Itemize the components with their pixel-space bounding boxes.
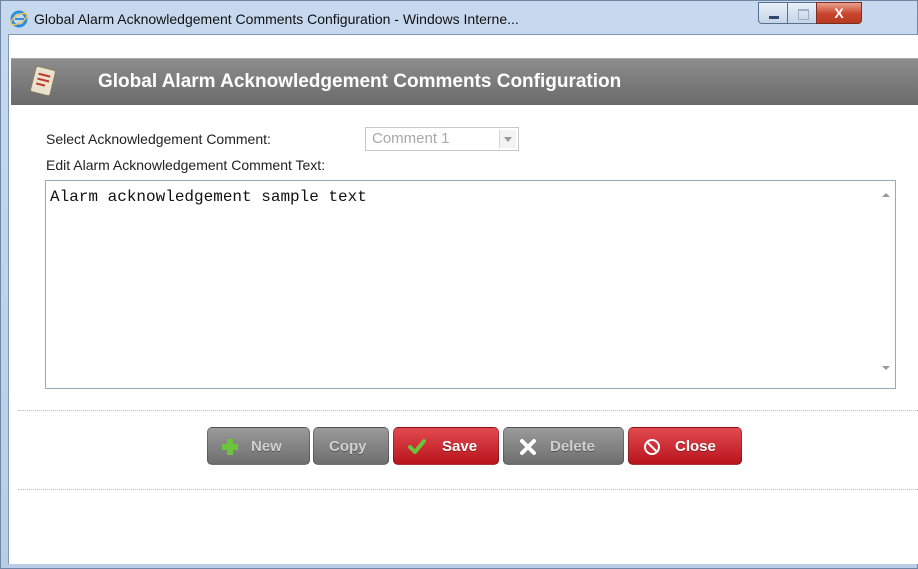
copy-button-label: Copy	[329, 438, 367, 455]
new-button[interactable]: New	[207, 427, 310, 465]
comment-text: Alarm acknowledgement sample text	[50, 188, 367, 206]
divider-top	[18, 410, 918, 411]
divider-bottom	[18, 489, 918, 490]
save-button-label: Save	[442, 438, 478, 455]
comment-select-value: Comment 1	[372, 130, 450, 147]
chevron-down-icon[interactable]	[499, 130, 516, 148]
close-button[interactable]: Close	[628, 427, 742, 465]
close-icon: X	[834, 5, 844, 21]
window-title: Global Alarm Acknowledgement Comments Co…	[34, 11, 519, 27]
internet-explorer-icon	[10, 10, 28, 28]
close-button-label: Close	[675, 438, 716, 455]
select-comment-label: Select Acknowledgement Comment:	[46, 131, 271, 147]
x-icon	[520, 439, 536, 455]
checkmark-icon	[408, 439, 426, 454]
new-button-label: New	[251, 438, 282, 455]
plus-icon	[222, 439, 238, 455]
textarea-scrollbar[interactable]	[877, 181, 895, 388]
comment-select[interactable]: Comment 1	[365, 127, 519, 151]
maximize-icon	[798, 9, 809, 20]
copy-button[interactable]: Copy	[313, 427, 389, 465]
dialog-title: Global Alarm Acknowledgement Comments Co…	[98, 71, 622, 92]
maximize-button[interactable]	[787, 2, 817, 24]
minimize-button[interactable]	[758, 2, 788, 24]
window-titlebar[interactable]: Global Alarm Acknowledgement Comments Co…	[1, 1, 917, 35]
edit-comment-label: Edit Alarm Acknowledgement Comment Text:	[46, 157, 326, 173]
close-window-button[interactable]: X	[816, 2, 862, 24]
delete-button[interactable]: Delete	[503, 427, 624, 465]
scroll-up-arrow-icon[interactable]	[882, 193, 890, 197]
notepad-icon	[30, 65, 56, 97]
minimize-icon	[769, 16, 779, 19]
scroll-down-arrow-icon[interactable]	[882, 366, 890, 370]
save-button[interactable]: Save	[393, 427, 499, 465]
prohibited-icon	[644, 439, 660, 455]
delete-button-label: Delete	[550, 438, 596, 455]
comment-text-area[interactable]: Alarm acknowledgement sample text	[45, 180, 896, 389]
